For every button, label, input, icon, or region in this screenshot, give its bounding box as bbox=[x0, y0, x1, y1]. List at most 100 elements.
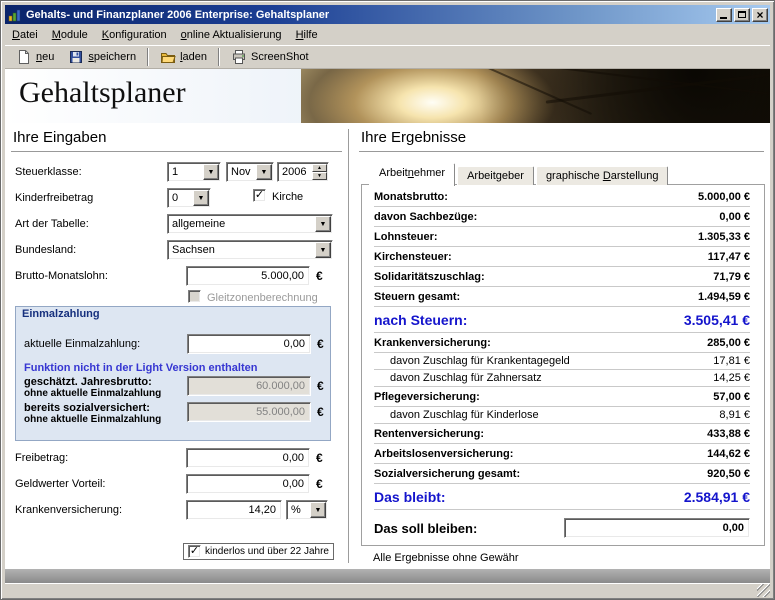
result-value: 3.505,41 € bbox=[684, 312, 750, 328]
header-banner: Gehaltsplaner bbox=[5, 69, 770, 123]
result-label: davon Zuschlag für Kinderlose bbox=[374, 409, 719, 421]
tab-arbeitnehmer[interactable]: Arbeitnehmer bbox=[369, 163, 455, 186]
window-title: Gehalts- und Finanzplaner 2006 Enterpris… bbox=[26, 9, 716, 21]
result-label: Krankenversicherung: bbox=[374, 337, 707, 349]
floppy-disk-icon bbox=[68, 49, 84, 65]
soll-input[interactable]: 0,00 bbox=[564, 518, 750, 538]
soll-value: 0,00 bbox=[723, 522, 744, 534]
result-value: 5.000,00 € bbox=[698, 191, 750, 203]
menu-item-konfiguration[interactable]: Konfiguration bbox=[95, 26, 174, 44]
chevron-down-icon[interactable] bbox=[193, 190, 209, 206]
kinderlos-checkbox[interactable] bbox=[188, 545, 201, 558]
result-value: 117,47 € bbox=[708, 251, 750, 263]
brutto-label: Brutto-Monatslohn: bbox=[15, 270, 108, 282]
chevron-down-icon[interactable] bbox=[310, 502, 326, 518]
result-row-krankenversicherung: Krankenversicherung:285,00 € bbox=[374, 333, 750, 353]
gleitzone-label: Gleitzonenberechnung bbox=[207, 292, 318, 304]
spin-down-icon[interactable] bbox=[312, 172, 327, 180]
toolbar-neu-button[interactable]: neu bbox=[9, 46, 61, 68]
disclaimer: Alle Ergebnisse ohne Gewähr bbox=[373, 552, 519, 564]
result-value: 144,62 € bbox=[707, 448, 750, 460]
bundesland-select[interactable]: Sachsen bbox=[167, 240, 333, 260]
result-value: 2.584,91 € bbox=[684, 489, 750, 505]
toolbar-screenshot-button[interactable]: ScreenShot bbox=[224, 46, 315, 68]
kirche-label: Kirche bbox=[272, 191, 303, 203]
steuerklasse-select[interactable]: 1 bbox=[167, 162, 221, 182]
result-label: Rentenversicherung: bbox=[374, 428, 707, 440]
currency-symbol: € bbox=[317, 337, 324, 351]
krankenversicherung-input[interactable]: 14,20 bbox=[186, 500, 282, 520]
result-value: 1.305,33 € bbox=[698, 231, 750, 243]
tabelle-value: allgemeine bbox=[168, 218, 314, 230]
year-value: 2006 bbox=[278, 166, 312, 178]
aktuelle-einmalzahlung-input[interactable]: 0,00 bbox=[187, 334, 311, 354]
result-label: Arbeitslosenversicherung: bbox=[374, 448, 707, 460]
gleitzone-checkbox bbox=[188, 290, 201, 303]
result-label: Lohnsteuer: bbox=[374, 231, 698, 243]
year-spinner[interactable]: 2006 bbox=[277, 162, 329, 182]
jahresbrutto-sublabel: ohne aktuelle Einmalzahlung bbox=[24, 388, 161, 399]
bottom-panel bbox=[5, 569, 770, 583]
resize-grip[interactable] bbox=[757, 584, 770, 597]
jahresbrutto-value: 60.000,00 bbox=[256, 380, 305, 392]
kinderfreibetrag-label: Kinderfreibetrag bbox=[15, 192, 93, 204]
tabelle-select[interactable]: allgemeine bbox=[167, 214, 333, 234]
result-label: davon Zuschlag für Krankentagegeld bbox=[374, 355, 713, 367]
currency-symbol: € bbox=[317, 405, 324, 419]
result-row-lohnsteuer: Lohnsteuer:1.305,33 € bbox=[374, 227, 750, 247]
window-controls bbox=[716, 8, 768, 22]
geldwerter-vorteil-input[interactable]: 0,00 bbox=[186, 474, 310, 494]
result-value: 71,79 € bbox=[713, 271, 750, 283]
toolbar-label-laden: laden bbox=[180, 51, 207, 63]
krankenversicherung-value: 14,20 bbox=[248, 504, 276, 516]
menu-item-module[interactable]: Module bbox=[45, 26, 95, 44]
result-row-das-bleibt: Das bleibt:2.584,91 € bbox=[374, 484, 750, 510]
chevron-down-icon[interactable] bbox=[315, 216, 331, 232]
title-bar[interactable]: Gehalts- und Finanzplaner 2006 Enterpris… bbox=[5, 5, 770, 24]
status-bar bbox=[5, 583, 770, 597]
result-label: Steuern gesamt: bbox=[374, 291, 698, 303]
bundesland-label: Bundesland: bbox=[15, 244, 76, 256]
menu-bar: DateiModuleKonfigurationonline Aktualisi… bbox=[5, 24, 770, 45]
freibetrag-input[interactable]: 0,00 bbox=[186, 448, 310, 468]
spin-up-icon[interactable] bbox=[312, 164, 327, 172]
toolbar-speichern-button[interactable]: speichern bbox=[61, 46, 143, 68]
menu-item-datei[interactable]: Datei bbox=[5, 26, 45, 44]
kinderfreibetrag-select[interactable]: 0 bbox=[167, 188, 211, 208]
light-version-notice: Funktion nicht in der Light Version enth… bbox=[24, 362, 257, 374]
krankenversicherung-label: Krankenversicherung: bbox=[15, 504, 122, 516]
sozialversichert-label: bereits sozialversichert: bbox=[24, 402, 150, 414]
result-row-arbeitslosenversicherung: Arbeitslosenversicherung:144,62 € bbox=[374, 444, 750, 464]
toolbar-laden-button[interactable]: laden bbox=[153, 46, 214, 68]
new-document-icon bbox=[16, 49, 32, 65]
month-select[interactable]: Nov bbox=[226, 162, 274, 182]
geldwerter-vorteil-label: Geldwerter Vorteil: bbox=[15, 478, 105, 490]
brutto-input[interactable]: 5.000,00 bbox=[186, 266, 310, 286]
branch-decoration bbox=[394, 69, 592, 115]
menu-item-online-aktualisierung[interactable]: online Aktualisierung bbox=[174, 26, 289, 44]
result-value: 14,25 € bbox=[713, 372, 750, 384]
freibetrag-label: Freibetrag: bbox=[15, 452, 68, 464]
results-panel: Ihre Ergebnisse ArbeitnehmerArbeitgeberg… bbox=[350, 123, 770, 569]
kirche-checkbox[interactable] bbox=[253, 189, 266, 202]
kinderlos-option[interactable]: kinderlos und über 22 Jahre bbox=[183, 543, 334, 560]
minimize-button[interactable] bbox=[716, 8, 732, 22]
result-label: davon Zuschlag für Zahnersatz bbox=[374, 372, 713, 384]
toolbar-label-screenshot: ScreenShot bbox=[251, 51, 308, 63]
toolbar-label-speichern: speichern bbox=[88, 51, 136, 63]
chevron-down-icon[interactable] bbox=[203, 164, 219, 180]
chevron-down-icon[interactable] bbox=[256, 164, 272, 180]
tab-graphische-darstellung[interactable]: graphische Darstellung bbox=[536, 166, 669, 185]
currency-symbol: € bbox=[316, 477, 323, 491]
result-row-rentenversicherung: Rentenversicherung:433,88 € bbox=[374, 424, 750, 444]
tab-arbeitgeber[interactable]: Arbeitgeber bbox=[457, 166, 534, 185]
result-row-davon-zuschlag-f-r-krankentagegeld: davon Zuschlag für Krankentagegeld17,81 … bbox=[374, 353, 750, 370]
close-button[interactable] bbox=[752, 8, 768, 22]
result-label: Sozialversicherung gesamt: bbox=[374, 468, 707, 480]
menu-item-hilfe[interactable]: Hilfe bbox=[289, 26, 325, 44]
chevron-down-icon[interactable] bbox=[315, 242, 331, 258]
maximize-button[interactable] bbox=[734, 8, 750, 22]
kv-unit-select[interactable]: % bbox=[286, 500, 328, 520]
aktuelle-einmalzahlung-value: 0,00 bbox=[284, 338, 305, 350]
soll-label: Das soll bleiben: bbox=[374, 521, 564, 536]
